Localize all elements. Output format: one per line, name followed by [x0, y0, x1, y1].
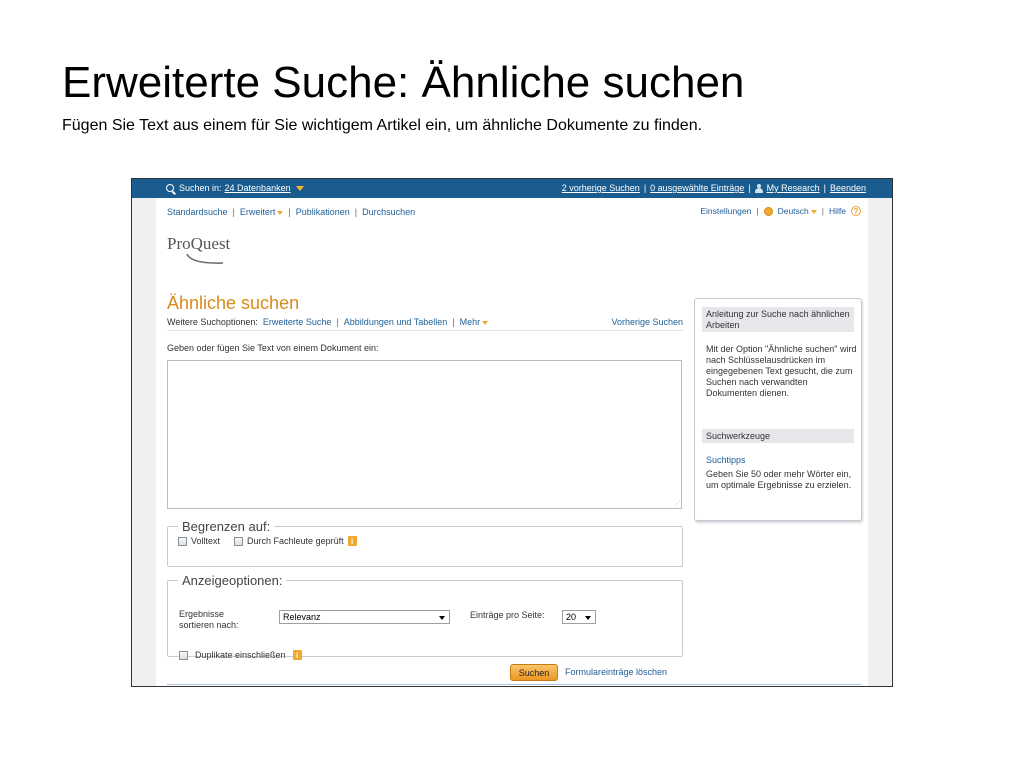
help-sidebar: Anleitung zur Suche nach ähnlichen Arbei… — [694, 298, 862, 521]
separator: | — [643, 183, 647, 193]
main-content: Standardsuche | Erweitert | Publikatione… — [156, 198, 868, 686]
guide-text: Mit der Option "Ähnliche suchen" wird na… — [706, 344, 857, 398]
advanced-search-link[interactable]: Erweiterte Suche — [263, 317, 332, 327]
tools-title: Suchwerkzeuge — [702, 429, 854, 443]
proquest-logo[interactable]: ProQuest — [167, 234, 247, 266]
logo-swoosh-icon — [186, 253, 224, 264]
selected-entries-link[interactable]: 0 ausgewählte Einträge — [650, 183, 744, 193]
logout-link[interactable]: Beenden — [830, 183, 866, 193]
nav-standard-search[interactable]: Standardsuche — [167, 207, 228, 217]
nav-publications[interactable]: Publikationen — [296, 207, 350, 217]
top-bar: Suchen in: 24 Datenbanken 2 vorherige Su… — [132, 179, 892, 198]
divider — [167, 684, 861, 685]
separator: | — [823, 183, 826, 193]
chevron-down-icon — [277, 210, 284, 215]
more-options-menu[interactable]: Mehr — [460, 317, 489, 327]
guide-title: Anleitung zur Suche nach ähnlichen Arbei… — [702, 307, 854, 332]
duplicates-checkbox[interactable] — [179, 650, 188, 660]
limit-to-section: Begrenzen auf: Volltext Durch Fachleute … — [167, 519, 683, 567]
peer-reviewed-label: Durch Fachleute geprüft — [247, 536, 344, 546]
my-research-link[interactable]: My Research — [767, 183, 820, 193]
globe-icon — [763, 206, 773, 216]
info-icon[interactable]: i — [347, 536, 357, 546]
info-icon[interactable]: i — [292, 650, 302, 660]
figures-tables-link[interactable]: Abbildungen und Tabellen — [344, 317, 447, 327]
separator: | — [756, 206, 759, 216]
search-options-bar: Weitere Suchoptionen: Erweiterte Suche |… — [167, 317, 683, 331]
settings-link[interactable]: Einstellungen — [700, 206, 751, 216]
duplicates-option: Duplikate einschließen i — [179, 650, 302, 660]
more-options-label: Weitere Suchoptionen: — [167, 317, 258, 327]
clear-form-link[interactable]: Formulareinträge löschen — [565, 667, 667, 677]
fulltext-label: Volltext — [191, 536, 221, 546]
sort-value: Relevanz — [283, 612, 321, 622]
slide-title: Erweiterte Suche: Ähnliche suchen — [62, 58, 745, 107]
similar-text-input[interactable] — [167, 360, 682, 509]
search-tips-link[interactable]: Suchtipps — [706, 455, 746, 465]
user-icon — [754, 183, 763, 193]
proquest-screenshot: Suchen in: 24 Datenbanken 2 vorherige Su… — [131, 178, 893, 687]
search-button[interactable]: Suchen — [510, 664, 558, 681]
chevron-down-icon — [810, 209, 817, 214]
separator: | — [288, 207, 291, 217]
search-type-nav: Standardsuche | Erweitert | Publikatione… — [167, 207, 415, 217]
more-label: Mehr — [459, 317, 481, 327]
nav-advanced[interactable]: Erweitert — [240, 207, 284, 217]
search-scope: Suchen in: 24 Datenbanken — [166, 183, 304, 193]
separator: | — [748, 183, 751, 193]
limit-to-legend: Begrenzen auf: — [182, 519, 271, 534]
previous-searches-link[interactable]: Vorherige Suchen — [611, 317, 683, 327]
language-select[interactable]: Deutsch — [778, 206, 817, 216]
display-options-legend: Anzeigeoptionen: — [182, 573, 283, 588]
logo-text: ProQuest — [167, 234, 231, 253]
duplicates-label: Duplikate einschließen — [195, 650, 286, 660]
page-title: Ähnliche suchen — [167, 293, 300, 313]
per-page-value: 20 — [566, 612, 577, 622]
display-options-section: Anzeigeoptionen: Ergebnisse sortieren na… — [167, 573, 683, 660]
topbar-links: 2 vorherige Suchen | 0 ausgewählte Eintr… — [562, 183, 866, 193]
search-in-label: Suchen in: — [179, 183, 222, 193]
separator: | — [232, 207, 235, 217]
chevron-down-icon — [482, 320, 489, 325]
help-link[interactable]: Hilfe — [829, 206, 846, 216]
separator: | — [452, 317, 455, 327]
nav-advanced-label: Erweitert — [239, 207, 276, 217]
chevron-down-icon — [439, 616, 445, 620]
language-label: Deutsch — [777, 206, 809, 216]
limit-options: Volltext Durch Fachleute geprüft i — [178, 536, 672, 546]
slide-subtitle: Fügen Sie Text aus einem für Sie wichtig… — [62, 117, 703, 134]
previous-searches-link[interactable]: 2 vorherige Suchen — [562, 183, 640, 193]
per-page-select[interactable]: 20 — [562, 610, 596, 624]
separator: | — [354, 207, 358, 217]
tips-text: Geben Sie 50 oder mehr Wörter ein, um op… — [706, 469, 852, 490]
sort-select[interactable]: Relevanz — [279, 610, 450, 624]
nav-browse[interactable]: Durchsuchen — [362, 207, 415, 217]
sort-label: Ergebnisse sortieren nach: — [179, 609, 239, 630]
resize-grip-icon[interactable]: ⋰ — [674, 500, 680, 507]
per-page-label: Einträge pro Seite: — [470, 610, 545, 620]
peer-reviewed-checkbox[interactable] — [234, 536, 244, 546]
help-icon[interactable]: ? — [851, 206, 861, 216]
search-icon — [166, 184, 174, 192]
chevron-down-icon[interactable] — [295, 185, 304, 191]
separator: | — [821, 206, 824, 216]
databases-link[interactable]: 24 Datenbanken — [225, 183, 291, 193]
fulltext-checkbox[interactable] — [178, 536, 187, 546]
separator: | — [336, 317, 339, 327]
utility-links: Einstellungen | Deutsch | Hilfe ? — [700, 206, 861, 216]
text-input-label: Geben oder fügen Sie Text von einem Doku… — [167, 343, 379, 353]
chevron-down-icon — [585, 616, 591, 620]
